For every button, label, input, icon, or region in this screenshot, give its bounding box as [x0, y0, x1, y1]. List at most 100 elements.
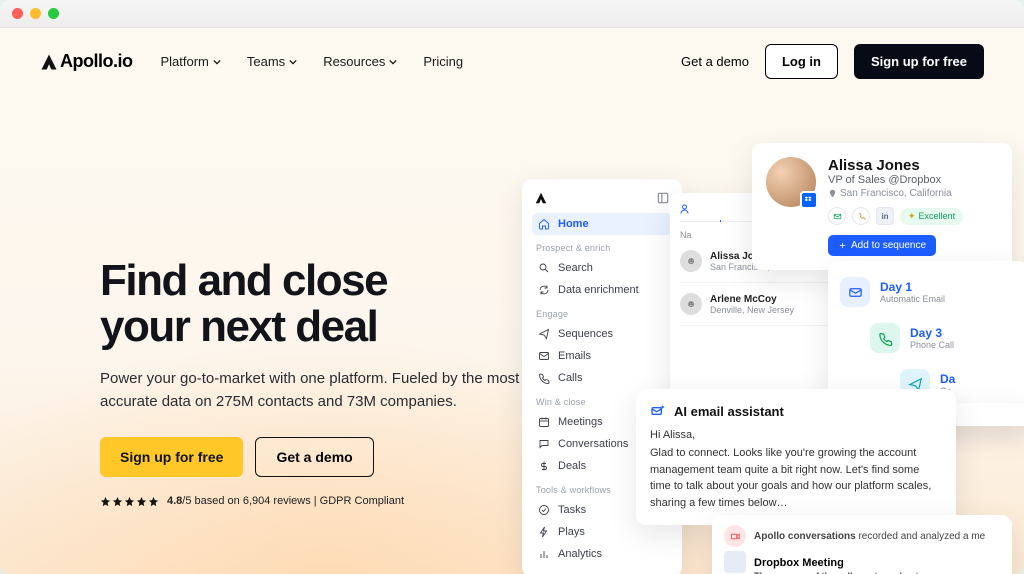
- quality-chip: ✦Excellent: [900, 208, 963, 225]
- rating-text: 4.8/5 based on 6,904 reviews | GDPR Comp…: [167, 495, 404, 507]
- seq-type-label: Automatic Email: [880, 294, 945, 304]
- profile-card: Alissa Jones VP of Sales @Dropbox San Fr…: [752, 143, 1012, 270]
- signup-button[interactable]: Sign up for free: [854, 44, 984, 79]
- nav-platform[interactable]: Platform: [160, 54, 220, 69]
- seq-day-label: Day 3: [910, 326, 954, 340]
- refresh-icon: [538, 284, 550, 296]
- star-icon: [148, 496, 159, 507]
- sequence-step[interactable]: Day 1Automatic Email: [828, 269, 1024, 315]
- contact-name: Arlene McCoy: [710, 294, 794, 305]
- ai-email-card: AI email assistant Hi Alissa, Glad to co…: [636, 389, 956, 525]
- profile-title: VP of Sales @Dropbox: [828, 174, 963, 186]
- phone-icon: [870, 323, 900, 353]
- apollo-logo-icon: [40, 53, 58, 71]
- star-icon: [136, 496, 147, 507]
- sidebar-tasks-label: Tasks: [558, 504, 586, 516]
- contact-row[interactable]: ☻ Arlene McCoyDenville, New Jersey: [680, 283, 840, 326]
- conversations-card: Apollo conversations recorded and analyz…: [712, 515, 1012, 574]
- bar-chart-icon: [538, 548, 550, 560]
- sidebar-item-calls[interactable]: Calls: [532, 367, 672, 389]
- sidebar-calls-label: Calls: [558, 372, 582, 384]
- chevron-down-icon: [389, 58, 397, 66]
- mail-icon: [840, 277, 870, 307]
- bolt-icon: [538, 526, 550, 538]
- ai-card-header: AI email assistant: [650, 403, 942, 419]
- hero-h1-line2: your next deal: [100, 302, 377, 351]
- send-icon: [538, 328, 550, 340]
- collapse-icon[interactable]: [656, 191, 670, 205]
- sidebar-group-prospect: Prospect & enrich: [536, 243, 672, 253]
- hero-h1-line1: Find and close: [100, 256, 387, 305]
- dollar-icon: [538, 460, 550, 472]
- search-icon: [538, 262, 550, 274]
- macos-titlebar: [0, 0, 1024, 28]
- add-to-sequence-button[interactable]: Add to sequence: [828, 235, 936, 256]
- seq-type-label: Phone Call: [910, 340, 954, 350]
- avatar: ☻: [680, 250, 702, 272]
- linkedin-icon[interactable]: in: [876, 207, 894, 225]
- sidebar-item-emails[interactable]: Emails: [532, 345, 672, 367]
- meeting-title: Dropbox Meeting: [754, 557, 924, 569]
- meeting-thumbnail: [724, 551, 746, 573]
- seq-day-label: Da: [940, 372, 955, 386]
- hero-ctas: Sign up for free Get a demo: [100, 437, 520, 477]
- mail-icon: [538, 350, 550, 362]
- sidebar-home-label: Home: [558, 218, 589, 230]
- sidebar-emails-label: Emails: [558, 350, 591, 362]
- avatar: ☻: [680, 293, 702, 315]
- nav-teams-label: Teams: [247, 54, 285, 69]
- nav-platform-label: Platform: [160, 54, 208, 69]
- star-icon: [100, 496, 111, 507]
- sidebar-item-analytics[interactable]: Analytics: [532, 543, 672, 565]
- calendar-icon: [538, 416, 550, 428]
- sidebar-item-enrichment[interactable]: Data enrichment: [532, 279, 672, 301]
- brand-logo[interactable]: Apollo.io: [40, 51, 132, 72]
- sidebar-plays-label: Plays: [558, 526, 585, 538]
- sidebar-item-sequences[interactable]: Sequences: [532, 323, 672, 345]
- sidebar-meetings-label: Meetings: [558, 416, 603, 428]
- hero-demo-button[interactable]: Get a demo: [255, 437, 373, 477]
- sequence-step[interactable]: Day 3Phone Call: [858, 315, 1024, 361]
- hero: Find and close your next deal Power your…: [100, 258, 520, 507]
- close-window-dot[interactable]: [12, 8, 23, 19]
- nav-pricing[interactable]: Pricing: [423, 54, 463, 69]
- apollo-mark-icon: [534, 191, 548, 205]
- pin-icon: [828, 189, 837, 198]
- chevron-down-icon: [289, 58, 297, 66]
- sidebar-seq-label: Sequences: [558, 328, 613, 340]
- conv-header: Apollo conversations recorded and analyz…: [724, 525, 1000, 547]
- ai-body-text: Glad to connect. Looks like you're growi…: [650, 445, 942, 511]
- sidebar-item-home[interactable]: Home: [532, 213, 672, 235]
- sidebar-group-engage: Engage: [536, 309, 672, 319]
- sidebar-deals-label: Deals: [558, 460, 586, 472]
- page: Apollo.io Platform Teams Resources Prici…: [0, 28, 1024, 574]
- nav-resources[interactable]: Resources: [323, 54, 397, 69]
- contact-location: Denville, New Jersey: [710, 305, 794, 315]
- sparkle-mail-icon: [650, 403, 666, 419]
- plus-icon: [838, 241, 847, 250]
- hero-signup-button[interactable]: Sign up for free: [100, 437, 243, 477]
- star-icon: [124, 496, 135, 507]
- minimize-window-dot[interactable]: [30, 8, 41, 19]
- login-button[interactable]: Log in: [765, 44, 838, 79]
- phone-icon: [538, 372, 550, 384]
- profile-action-icons: in ✦Excellent: [828, 207, 963, 225]
- nav-right: Get a demo Log in Sign up for free: [681, 44, 984, 79]
- ai-salutation: Hi Alissa,: [650, 429, 942, 441]
- star-rating: [100, 496, 159, 507]
- people-icon[interactable]: [680, 203, 692, 215]
- phone-verify-icon[interactable]: [852, 207, 870, 225]
- nav-links: Platform Teams Resources Pricing: [160, 54, 463, 69]
- nav-resources-label: Resources: [323, 54, 385, 69]
- hero-subtext: Power your go-to-market with one platfor…: [100, 368, 520, 413]
- sidebar-item-search[interactable]: Search: [532, 257, 672, 279]
- conv-lead: Apollo conversations recorded and analyz…: [754, 531, 985, 542]
- nav-get-demo[interactable]: Get a demo: [681, 54, 749, 69]
- star-icon: [112, 496, 123, 507]
- nav-teams[interactable]: Teams: [247, 54, 297, 69]
- email-verify-icon[interactable]: [828, 207, 846, 225]
- sidebar-header: [532, 191, 672, 213]
- maximize-window-dot[interactable]: [48, 8, 59, 19]
- sidebar-conv-label: Conversations: [558, 438, 628, 450]
- profile-name: Alissa Jones: [828, 157, 963, 174]
